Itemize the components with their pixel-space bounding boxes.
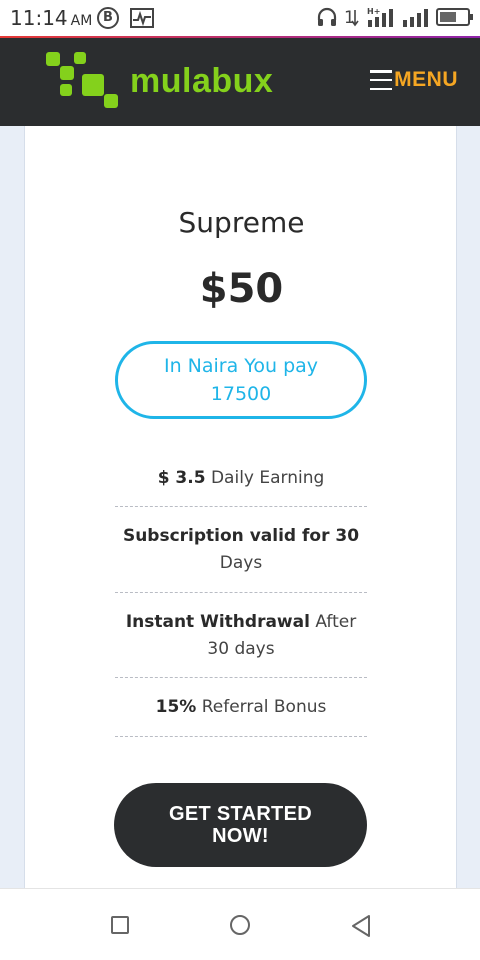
home-icon[interactable] bbox=[230, 915, 250, 935]
feature-withdrawal-bold: Instant Withdrawal bbox=[125, 612, 310, 632]
feature-subscription-bold: Subscription valid for 30 bbox=[122, 526, 360, 546]
recent-apps-icon[interactable] bbox=[111, 916, 129, 934]
data-arrows-icon: 1 bbox=[344, 8, 359, 28]
bitcoin-icon: B bbox=[97, 7, 119, 29]
feature-subscription-text: Days bbox=[219, 553, 263, 573]
feature-referral-text: Referral Bonus bbox=[196, 697, 327, 717]
status-bar: 11:14 AM B 1 H+ bbox=[0, 0, 480, 36]
brand-name: mulabux bbox=[130, 61, 274, 100]
feature-referral-value: 15% bbox=[155, 697, 197, 717]
battery-fill bbox=[440, 12, 456, 22]
site-header: mulabux MENU bbox=[0, 38, 480, 126]
feature-withdrawal: Instant Withdrawal After 30 days bbox=[115, 609, 367, 663]
get-started-line1: GET STARTED bbox=[169, 803, 312, 825]
signal-hplus-label: H+ bbox=[367, 7, 380, 16]
battery-icon bbox=[436, 8, 473, 26]
feature-daily-earning-value: $ 3.5 bbox=[157, 468, 206, 488]
status-time-value: 11:14 bbox=[10, 6, 68, 30]
logo-mark-icon bbox=[46, 52, 122, 110]
brand-logo[interactable]: mulabux bbox=[46, 52, 273, 110]
feature-subscription: Subscription valid for 30 Days bbox=[115, 523, 367, 577]
get-started-button[interactable]: GET STARTED NOW! bbox=[114, 783, 367, 867]
plan-name: Supreme bbox=[178, 206, 305, 239]
svg-text:1: 1 bbox=[344, 8, 355, 28]
feature-divider bbox=[115, 506, 367, 507]
menu-label: MENU bbox=[394, 68, 458, 91]
hamburger-icon bbox=[370, 70, 393, 90]
pulse-icon bbox=[130, 8, 154, 28]
signal-icon-2 bbox=[403, 9, 428, 27]
menu-button[interactable]: MENU bbox=[370, 68, 458, 92]
get-started-line2: NOW! bbox=[212, 825, 269, 847]
feature-divider bbox=[115, 592, 367, 593]
feature-daily-earning: $ 3.5 Daily Earning bbox=[115, 465, 367, 492]
signal-icon: H+ bbox=[367, 7, 393, 27]
feature-divider bbox=[115, 677, 367, 678]
naira-price-label: In Naira You pay bbox=[163, 355, 319, 377]
plan-price: $50 bbox=[199, 266, 284, 312]
pricing-card: Supreme $50 In Naira You pay 17500 $ 3.5… bbox=[24, 126, 457, 888]
status-time: 11:14 AM bbox=[10, 6, 92, 30]
system-nav-bar bbox=[0, 888, 480, 960]
back-icon[interactable] bbox=[350, 914, 372, 938]
naira-price-amount: 17500 bbox=[210, 383, 272, 405]
naira-price-button[interactable]: In Naira You pay 17500 bbox=[115, 341, 367, 419]
headphones-icon bbox=[317, 7, 337, 26]
feature-divider bbox=[115, 736, 367, 737]
feature-daily-earning-text: Daily Earning bbox=[205, 468, 325, 488]
status-ampm: AM bbox=[70, 13, 93, 29]
feature-referral: 15% Referral Bonus bbox=[115, 694, 367, 721]
status-right-icons: 1 H+ bbox=[316, 6, 473, 28]
